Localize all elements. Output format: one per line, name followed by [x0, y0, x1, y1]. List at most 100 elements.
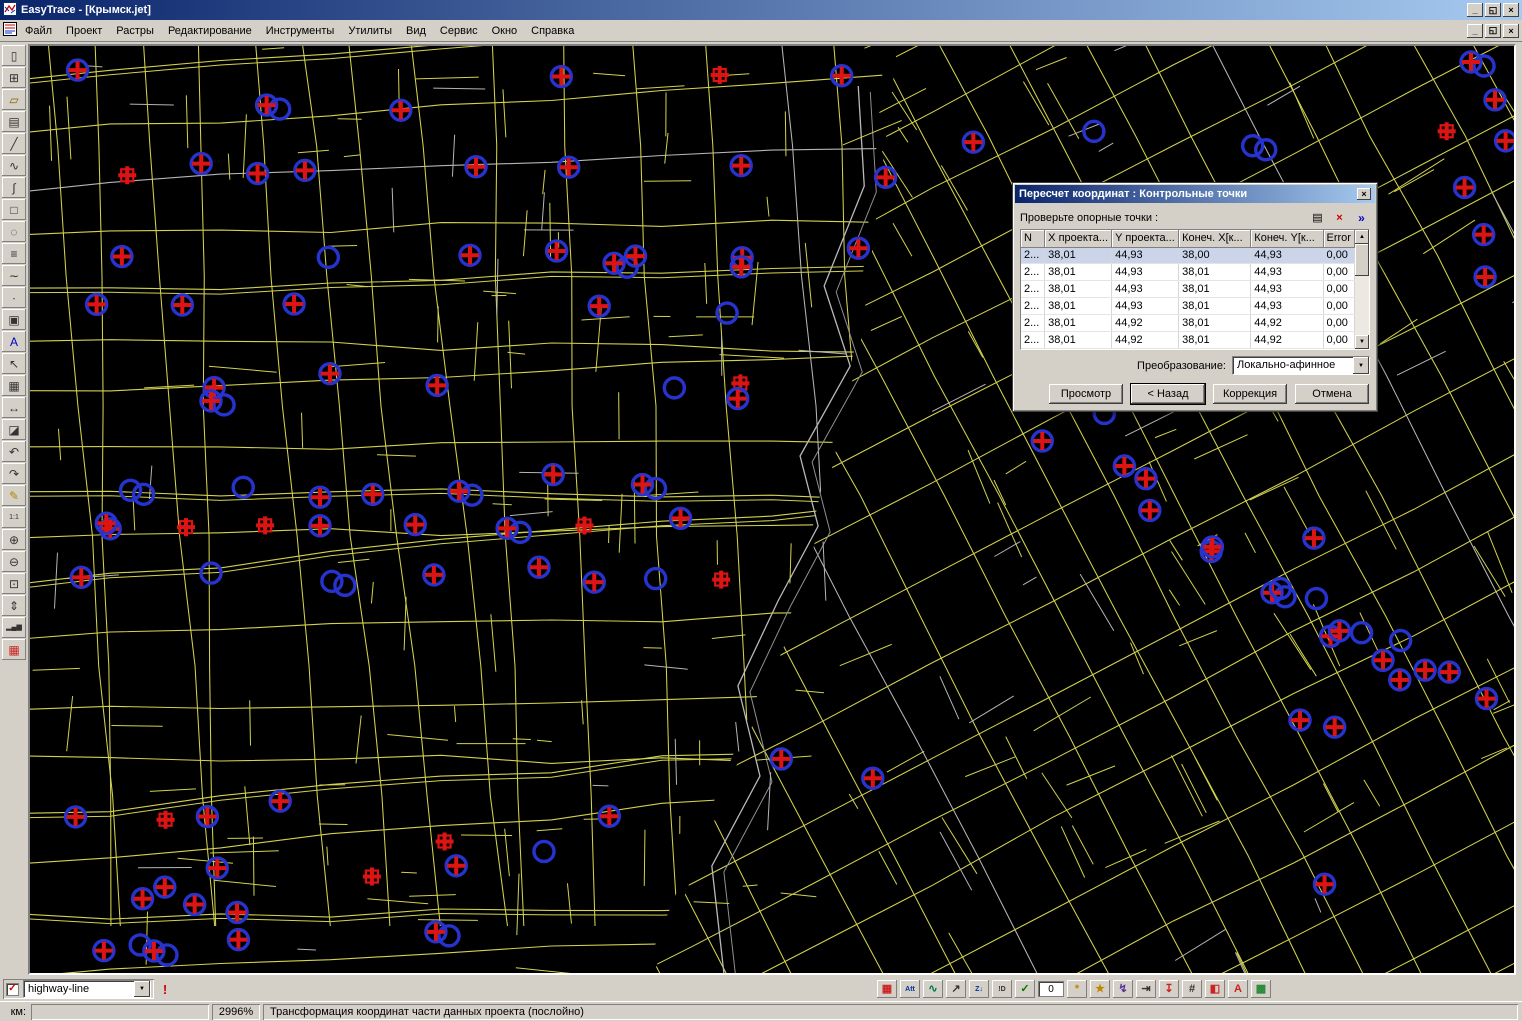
- z-order-icon[interactable]: Z↓: [969, 980, 989, 998]
- menu-item-9[interactable]: Справка: [524, 22, 581, 40]
- control-point-marker[interactable]: [133, 889, 153, 909]
- control-point-marker[interactable]: [197, 807, 217, 827]
- control-point-marker[interactable]: [118, 166, 136, 184]
- control-point-marker[interactable]: [1304, 528, 1324, 548]
- zoom-window-icon[interactable]: ⊡: [2, 573, 26, 594]
- control-point-marker[interactable]: [177, 518, 195, 536]
- control-point-marker[interactable]: [529, 557, 549, 577]
- control-point-marker[interactable]: [584, 572, 604, 592]
- pan-tool-icon[interactable]: ⇕: [2, 595, 26, 616]
- menu-item-4[interactable]: Инструменты: [259, 22, 342, 40]
- control-point-marker[interactable]: [1136, 469, 1156, 489]
- menu-item-2[interactable]: Растры: [109, 22, 161, 40]
- layer-select[interactable]: highway-line ▼: [23, 980, 151, 998]
- chevron-down-icon[interactable]: ▼: [134, 981, 150, 997]
- control-point-marker[interactable]: [310, 516, 330, 536]
- group-select-tool-icon[interactable]: ▦: [2, 375, 26, 396]
- object-id-icon[interactable]: !D: [992, 980, 1012, 998]
- cancel-button[interactable]: Отмена: [1295, 384, 1369, 404]
- attributes-icon[interactable]: Att: [900, 980, 920, 998]
- column-header-1[interactable]: X проекта...: [1045, 230, 1112, 247]
- control-point-marker[interactable]: [551, 67, 571, 87]
- control-point-marker[interactable]: [363, 484, 383, 504]
- control-point-marker[interactable]: [863, 768, 883, 788]
- control-point-marker[interactable]: [436, 832, 454, 850]
- restore-button[interactable]: ◱: [1485, 3, 1501, 17]
- preview-button[interactable]: Просмотр: [1049, 384, 1123, 404]
- grid-icon[interactable]: #: [1182, 980, 1202, 998]
- control-point-marker[interactable]: [559, 157, 579, 177]
- control-point-marker[interactable]: [711, 66, 729, 84]
- zoom-actual-icon[interactable]: 1:1: [2, 507, 26, 528]
- control-point-marker[interactable]: [1474, 225, 1494, 245]
- polyline-tool-icon[interactable]: ∿: [2, 155, 26, 176]
- control-point-marker[interactable]: [1373, 650, 1393, 670]
- spline-tool-icon[interactable]: ∫: [2, 177, 26, 198]
- column-header-5[interactable]: Error: [1323, 230, 1354, 247]
- control-point-marker[interactable]: [1329, 621, 1349, 641]
- snap-icon[interactable]: ⇥: [1136, 980, 1156, 998]
- report-icon[interactable]: ▤: [1309, 210, 1326, 225]
- new-project-icon[interactable]: ▯: [2, 45, 26, 66]
- control-point-marker[interactable]: [155, 877, 175, 897]
- control-point-marker[interactable]: [1032, 431, 1052, 451]
- title-bar[interactable]: EasyTrace - [Крымск.jet] _ ◱ ×: [0, 0, 1522, 20]
- control-point-marker[interactable]: [94, 941, 114, 961]
- layer-warning-icon[interactable]: !: [158, 982, 172, 997]
- control-point-marker[interactable]: [625, 246, 645, 266]
- zoom-out-icon[interactable]: ⊖: [2, 551, 26, 572]
- vector-nodes-icon[interactable]: ∿: [923, 980, 943, 998]
- invert-color-icon[interactable]: ◧: [1205, 980, 1225, 998]
- undo-icon[interactable]: ↶: [2, 441, 26, 462]
- table-row[interactable]: 2...38,0144,9238,0144,920,00: [1021, 332, 1355, 349]
- control-point-marker[interactable]: [1477, 689, 1497, 709]
- point-tool-icon[interactable]: ∙: [2, 287, 26, 308]
- text-label-icon[interactable]: A: [1228, 980, 1248, 998]
- control-point-marker[interactable]: [963, 132, 983, 152]
- control-point-marker[interactable]: [575, 516, 593, 534]
- scroll-up-icon[interactable]: ▲: [1355, 230, 1369, 244]
- table-row[interactable]: 2...38,0144,9338,0144,930,00: [1021, 264, 1355, 281]
- control-point-marker[interactable]: [248, 164, 268, 184]
- control-point-marker[interactable]: [96, 513, 116, 533]
- control-point-marker[interactable]: [405, 515, 425, 535]
- measure-tool-icon[interactable]: ↔: [2, 397, 26, 418]
- menu-item-1[interactable]: Проект: [59, 22, 109, 40]
- column-header-3[interactable]: Конеч. X[к...: [1179, 230, 1251, 247]
- control-point-marker[interactable]: [1290, 710, 1310, 730]
- control-point-marker[interactable]: [1415, 660, 1435, 680]
- control-point-marker[interactable]: [460, 245, 480, 265]
- mdi-minimize-button[interactable]: _: [1467, 24, 1483, 38]
- control-point-marker[interactable]: [1390, 670, 1410, 690]
- control-point-marker[interactable]: [589, 296, 609, 316]
- zoom-in-icon[interactable]: ⊕: [2, 529, 26, 550]
- delete-point-icon[interactable]: ×: [1331, 210, 1348, 225]
- control-point-marker[interactable]: [1325, 717, 1345, 737]
- control-point-marker[interactable]: [1114, 456, 1134, 476]
- control-point-marker[interactable]: [543, 465, 563, 485]
- menu-item-8[interactable]: Окно: [485, 22, 525, 40]
- control-point-marker[interactable]: [466, 157, 486, 177]
- control-point-marker[interactable]: [71, 567, 91, 587]
- control-point-marker[interactable]: [832, 66, 852, 86]
- control-point-marker[interactable]: [1439, 662, 1459, 682]
- control-point-marker[interactable]: [771, 749, 791, 769]
- control-point-marker[interactable]: [295, 160, 315, 180]
- control-point-marker[interactable]: [228, 930, 248, 950]
- menu-item-6[interactable]: Вид: [399, 22, 433, 40]
- more-options-icon[interactable]: »: [1353, 210, 1370, 225]
- select-tool-icon[interactable]: ↖: [2, 353, 26, 374]
- dialog-titlebar[interactable]: Пересчет координат : Контрольные точки ×: [1015, 185, 1375, 203]
- column-header-0[interactable]: N: [1021, 230, 1045, 247]
- control-point-marker[interactable]: [310, 487, 330, 507]
- control-point-marker[interactable]: [876, 167, 896, 187]
- control-point-marker[interactable]: [728, 389, 748, 409]
- transform-select[interactable]: Локально-афинное ▼: [1232, 356, 1370, 375]
- control-point-marker[interactable]: [547, 241, 567, 261]
- curve-tool-icon[interactable]: ∼: [2, 265, 26, 286]
- control-point-marker[interactable]: [731, 156, 751, 176]
- redo-icon[interactable]: ↷: [2, 463, 26, 484]
- control-point-marker[interactable]: [1496, 131, 1514, 151]
- open-icon[interactable]: ▱: [2, 89, 26, 110]
- eraser-tool-icon[interactable]: ◪: [2, 419, 26, 440]
